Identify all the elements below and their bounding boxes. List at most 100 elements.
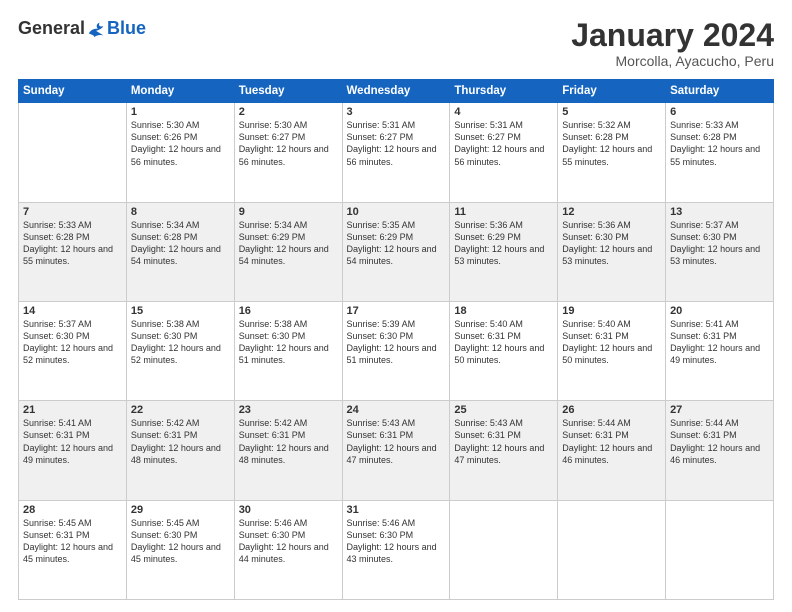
day-number: 23 <box>239 404 338 416</box>
daylight-text: Daylight: 12 hours and 51 minutes. <box>347 343 437 365</box>
day-info: Sunrise: 5:43 AM Sunset: 6:31 PM Dayligh… <box>347 417 446 466</box>
sunset-text: Sunset: 6:30 PM <box>131 530 198 540</box>
sunrise-text: Sunrise: 5:36 AM <box>562 220 631 230</box>
daylight-text: Daylight: 12 hours and 52 minutes. <box>23 343 113 365</box>
day-number: 16 <box>239 305 338 317</box>
sunset-text: Sunset: 6:31 PM <box>347 430 414 440</box>
day-info: Sunrise: 5:42 AM Sunset: 6:31 PM Dayligh… <box>131 417 230 466</box>
sunrise-text: Sunrise: 5:38 AM <box>239 319 308 329</box>
table-row: 23 Sunrise: 5:42 AM Sunset: 6:31 PM Dayl… <box>234 401 342 500</box>
day-number: 10 <box>347 206 446 218</box>
sunrise-text: Sunrise: 5:44 AM <box>670 418 739 428</box>
sunset-text: Sunset: 6:30 PM <box>239 530 306 540</box>
day-number: 4 <box>454 106 553 118</box>
day-info: Sunrise: 5:36 AM Sunset: 6:30 PM Dayligh… <box>562 219 661 268</box>
sunset-text: Sunset: 6:29 PM <box>239 232 306 242</box>
day-info: Sunrise: 5:35 AM Sunset: 6:29 PM Dayligh… <box>347 219 446 268</box>
table-row: 25 Sunrise: 5:43 AM Sunset: 6:31 PM Dayl… <box>450 401 558 500</box>
day-number: 14 <box>23 305 122 317</box>
table-row: 14 Sunrise: 5:37 AM Sunset: 6:30 PM Dayl… <box>19 301 127 400</box>
sunset-text: Sunset: 6:30 PM <box>239 331 306 341</box>
day-number: 27 <box>670 404 769 416</box>
table-row: 28 Sunrise: 5:45 AM Sunset: 6:31 PM Dayl… <box>19 500 127 599</box>
daylight-text: Daylight: 12 hours and 45 minutes. <box>23 542 113 564</box>
sunset-text: Sunset: 6:26 PM <box>131 132 198 142</box>
day-info: Sunrise: 5:37 AM Sunset: 6:30 PM Dayligh… <box>670 219 769 268</box>
day-info: Sunrise: 5:31 AM Sunset: 6:27 PM Dayligh… <box>454 119 553 168</box>
sunrise-text: Sunrise: 5:33 AM <box>23 220 92 230</box>
daylight-text: Daylight: 12 hours and 55 minutes. <box>562 144 652 166</box>
sunset-text: Sunset: 6:31 PM <box>239 430 306 440</box>
table-row: 17 Sunrise: 5:39 AM Sunset: 6:30 PM Dayl… <box>342 301 450 400</box>
day-number: 1 <box>131 106 230 118</box>
day-number: 18 <box>454 305 553 317</box>
logo-blue: Blue <box>107 18 146 39</box>
header-monday: Monday <box>126 80 234 103</box>
sunset-text: Sunset: 6:27 PM <box>454 132 521 142</box>
sunset-text: Sunset: 6:30 PM <box>562 232 629 242</box>
table-row <box>19 103 127 202</box>
daylight-text: Daylight: 12 hours and 48 minutes. <box>239 443 329 465</box>
day-number: 5 <box>562 106 661 118</box>
title-block: January 2024 Morcolla, Ayacucho, Peru <box>571 18 774 69</box>
daylight-text: Daylight: 12 hours and 54 minutes. <box>239 244 329 266</box>
day-info: Sunrise: 5:38 AM Sunset: 6:30 PM Dayligh… <box>239 318 338 367</box>
table-row: 9 Sunrise: 5:34 AM Sunset: 6:29 PM Dayli… <box>234 202 342 301</box>
calendar-subtitle: Morcolla, Ayacucho, Peru <box>571 53 774 69</box>
table-row: 1 Sunrise: 5:30 AM Sunset: 6:26 PM Dayli… <box>126 103 234 202</box>
calendar-week-row: 21 Sunrise: 5:41 AM Sunset: 6:31 PM Dayl… <box>19 401 774 500</box>
table-row <box>450 500 558 599</box>
day-number: 7 <box>23 206 122 218</box>
day-info: Sunrise: 5:37 AM Sunset: 6:30 PM Dayligh… <box>23 318 122 367</box>
sunrise-text: Sunrise: 5:34 AM <box>239 220 308 230</box>
table-row: 31 Sunrise: 5:46 AM Sunset: 6:30 PM Dayl… <box>342 500 450 599</box>
table-row: 11 Sunrise: 5:36 AM Sunset: 6:29 PM Dayl… <box>450 202 558 301</box>
sunset-text: Sunset: 6:27 PM <box>347 132 414 142</box>
table-row: 24 Sunrise: 5:43 AM Sunset: 6:31 PM Dayl… <box>342 401 450 500</box>
day-number: 2 <box>239 106 338 118</box>
day-info: Sunrise: 5:34 AM Sunset: 6:29 PM Dayligh… <box>239 219 338 268</box>
sunrise-text: Sunrise: 5:38 AM <box>131 319 200 329</box>
sunrise-text: Sunrise: 5:31 AM <box>454 120 523 130</box>
sunrise-text: Sunrise: 5:32 AM <box>562 120 631 130</box>
daylight-text: Daylight: 12 hours and 56 minutes. <box>131 144 221 166</box>
calendar-week-row: 14 Sunrise: 5:37 AM Sunset: 6:30 PM Dayl… <box>19 301 774 400</box>
calendar-week-row: 7 Sunrise: 5:33 AM Sunset: 6:28 PM Dayli… <box>19 202 774 301</box>
sunrise-text: Sunrise: 5:39 AM <box>347 319 416 329</box>
sunset-text: Sunset: 6:31 PM <box>562 331 629 341</box>
sunset-text: Sunset: 6:29 PM <box>347 232 414 242</box>
sunset-text: Sunset: 6:30 PM <box>670 232 737 242</box>
sunset-text: Sunset: 6:31 PM <box>23 430 90 440</box>
day-number: 12 <box>562 206 661 218</box>
daylight-text: Daylight: 12 hours and 56 minutes. <box>239 144 329 166</box>
day-info: Sunrise: 5:39 AM Sunset: 6:30 PM Dayligh… <box>347 318 446 367</box>
table-row: 10 Sunrise: 5:35 AM Sunset: 6:29 PM Dayl… <box>342 202 450 301</box>
day-info: Sunrise: 5:41 AM Sunset: 6:31 PM Dayligh… <box>23 417 122 466</box>
table-row: 2 Sunrise: 5:30 AM Sunset: 6:27 PM Dayli… <box>234 103 342 202</box>
sunset-text: Sunset: 6:31 PM <box>670 331 737 341</box>
day-info: Sunrise: 5:41 AM Sunset: 6:31 PM Dayligh… <box>670 318 769 367</box>
sunset-text: Sunset: 6:29 PM <box>454 232 521 242</box>
daylight-text: Daylight: 12 hours and 56 minutes. <box>454 144 544 166</box>
day-number: 20 <box>670 305 769 317</box>
sunset-text: Sunset: 6:27 PM <box>239 132 306 142</box>
day-number: 8 <box>131 206 230 218</box>
sunset-text: Sunset: 6:28 PM <box>131 232 198 242</box>
daylight-text: Daylight: 12 hours and 49 minutes. <box>670 343 760 365</box>
header-saturday: Saturday <box>666 80 774 103</box>
logo-bird-icon <box>87 20 107 38</box>
calendar-title: January 2024 <box>571 18 774 53</box>
sunrise-text: Sunrise: 5:30 AM <box>131 120 200 130</box>
calendar-week-row: 28 Sunrise: 5:45 AM Sunset: 6:31 PM Dayl… <box>19 500 774 599</box>
daylight-text: Daylight: 12 hours and 53 minutes. <box>562 244 652 266</box>
sunrise-text: Sunrise: 5:35 AM <box>347 220 416 230</box>
page: General Blue January 2024 Morcolla, Ayac… <box>0 0 792 612</box>
day-info: Sunrise: 5:38 AM Sunset: 6:30 PM Dayligh… <box>131 318 230 367</box>
table-row: 18 Sunrise: 5:40 AM Sunset: 6:31 PM Dayl… <box>450 301 558 400</box>
header-wednesday: Wednesday <box>342 80 450 103</box>
calendar-week-row: 1 Sunrise: 5:30 AM Sunset: 6:26 PM Dayli… <box>19 103 774 202</box>
table-row: 16 Sunrise: 5:38 AM Sunset: 6:30 PM Dayl… <box>234 301 342 400</box>
day-info: Sunrise: 5:34 AM Sunset: 6:28 PM Dayligh… <box>131 219 230 268</box>
day-info: Sunrise: 5:36 AM Sunset: 6:29 PM Dayligh… <box>454 219 553 268</box>
day-info: Sunrise: 5:30 AM Sunset: 6:27 PM Dayligh… <box>239 119 338 168</box>
